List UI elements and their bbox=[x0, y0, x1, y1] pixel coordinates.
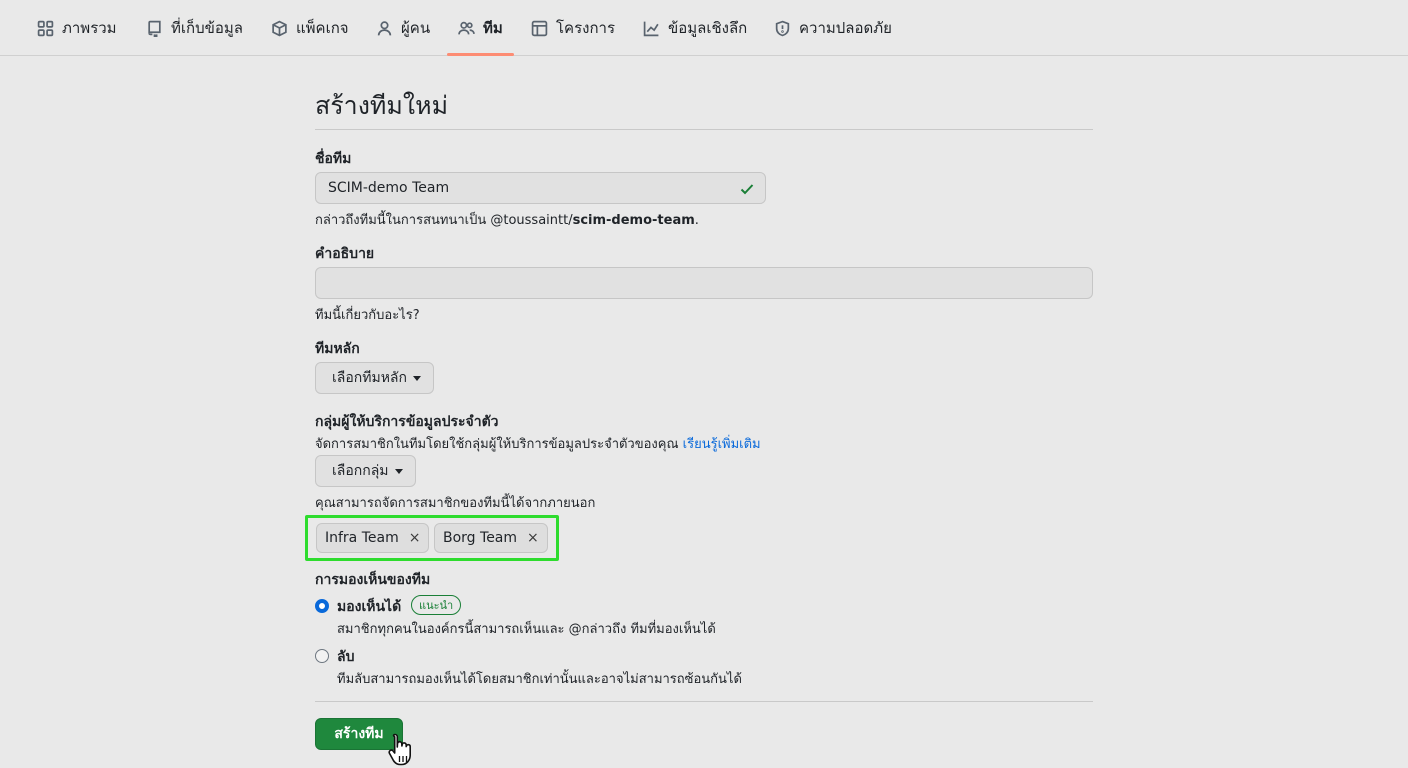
selected-tab-indicator bbox=[447, 53, 514, 56]
remove-chip-icon[interactable]: × bbox=[409, 530, 421, 546]
select-parent-team-label: เลือกทีมหลัก bbox=[332, 370, 407, 386]
people-icon bbox=[458, 21, 475, 34]
description-input[interactable] bbox=[315, 267, 1093, 299]
team-name-hint-suffix: . bbox=[694, 213, 699, 228]
table-icon bbox=[531, 20, 548, 36]
recommended-badge: แนะนำ bbox=[411, 595, 462, 615]
team-name-value: SCIM-demo Team bbox=[328, 180, 450, 196]
tab-projects-label: โครงการ bbox=[556, 19, 616, 37]
tab-overview-label: ภาพรวม bbox=[62, 19, 117, 37]
tab-packages[interactable]: แพ็คเกจ bbox=[271, 0, 349, 56]
hand-pointer-icon bbox=[388, 733, 411, 766]
group-chip-infra-team: Infra Team × bbox=[316, 523, 430, 553]
idp-group-hint-text: จัดการสมาชิกในทีมโดยใช้กลุ่มผู้ให้บริการ… bbox=[315, 437, 683, 452]
tab-repositories-label: ที่เก็บข้อมูล bbox=[171, 19, 243, 37]
select-parent-team-button[interactable]: เลือกทีมหลัก bbox=[315, 362, 434, 394]
team-name-label: ชื่อทีม bbox=[315, 151, 352, 167]
visibility-label: การมองเห็นของทีม bbox=[315, 572, 431, 588]
team-handle: scim-demo-team bbox=[572, 213, 695, 228]
visible-option-desc: สมาชิกทุกคนในองค์กรนี้สามารถเห็นและ @กล่… bbox=[337, 622, 716, 637]
title-divider bbox=[315, 129, 1093, 130]
group-chip-label: Borg Team bbox=[443, 530, 518, 546]
tab-overview[interactable]: ภาพรวม bbox=[37, 0, 117, 56]
visible-radio[interactable] bbox=[315, 599, 329, 613]
org-navigation: ภาพรวม ที่เก็บข้อมูล แพ็คเกจ ผู้คน ทีม โ… bbox=[0, 0, 1408, 56]
secret-radio[interactable] bbox=[315, 649, 329, 663]
select-group-label: เลือกกลุ่ม bbox=[332, 463, 389, 479]
graph-icon bbox=[643, 21, 659, 36]
caret-down-icon bbox=[413, 375, 421, 381]
secret-option-title: ลับ bbox=[337, 649, 355, 665]
tab-security-label: ความปลอดภัย bbox=[799, 19, 892, 37]
group-chip-label: Infra Team bbox=[325, 530, 399, 546]
form-divider bbox=[315, 701, 1093, 702]
team-name-hint: กล่าวถึงทีมนี้ในการสนทนาเป็น @toussaintt… bbox=[315, 209, 699, 230]
remove-chip-icon[interactable]: × bbox=[527, 530, 539, 546]
caret-down-icon bbox=[394, 468, 403, 474]
package-icon bbox=[272, 20, 287, 36]
tab-insights[interactable]: ข้อมูลเชิงลึก bbox=[643, 0, 747, 56]
tab-teams[interactable]: ทีม bbox=[458, 0, 503, 56]
parent-team-label: ทีมหลัก bbox=[315, 341, 360, 357]
idp-group-hint: จัดการสมาชิกในทีมโดยใช้กลุ่มผู้ให้บริการ… bbox=[315, 433, 761, 454]
repo-icon bbox=[148, 20, 161, 37]
visible-option-title: มองเห็นได้ bbox=[337, 599, 402, 615]
learn-more-link[interactable]: เรียนรู้เพิ่มเติม bbox=[683, 437, 761, 452]
team-name-hint-prefix: กล่าวถึงทีมนี้ในการสนทนาเป็น @toussaintt… bbox=[315, 213, 573, 228]
secret-option-desc: ทีมลับสามารถมองเห็นได้โดยสมาชิกเท่านั้นแ… bbox=[337, 672, 742, 687]
tab-teams-label: ทีม bbox=[483, 19, 503, 37]
check-icon bbox=[740, 184, 754, 195]
team-name-input[interactable]: SCIM-demo Team bbox=[315, 172, 766, 204]
tab-repositories[interactable]: ที่เก็บข้อมูล bbox=[146, 0, 243, 56]
external-management-note: คุณสามารถจัดการสมาชิกของทีมนี้ได้จากภายน… bbox=[315, 496, 596, 511]
description-hint: ทีมนี้เกี่ยวกับอะไร? bbox=[315, 308, 420, 323]
grid-icon bbox=[37, 20, 54, 36]
shield-icon bbox=[775, 20, 790, 36]
tab-people[interactable]: ผู้คน bbox=[376, 0, 430, 56]
tab-security[interactable]: ความปลอดภัย bbox=[774, 0, 892, 56]
page-title: สร้างทีมใหม่ bbox=[315, 91, 449, 120]
description-label: คำอธิบาย bbox=[315, 246, 375, 262]
idp-group-label: กลุ่มผู้ให้บริการข้อมูลประจำตัว bbox=[315, 414, 499, 430]
select-group-button[interactable]: เลือกกลุ่ม bbox=[315, 455, 416, 487]
tab-projects[interactable]: โครงการ bbox=[531, 0, 615, 56]
tab-packages-label: แพ็คเกจ bbox=[296, 19, 349, 37]
tab-insights-label: ข้อมูลเชิงลึก bbox=[668, 19, 748, 37]
group-chip-borg-team: Borg Team × bbox=[434, 523, 548, 553]
person-icon bbox=[377, 20, 392, 35]
tab-people-label: ผู้คน bbox=[401, 19, 431, 37]
